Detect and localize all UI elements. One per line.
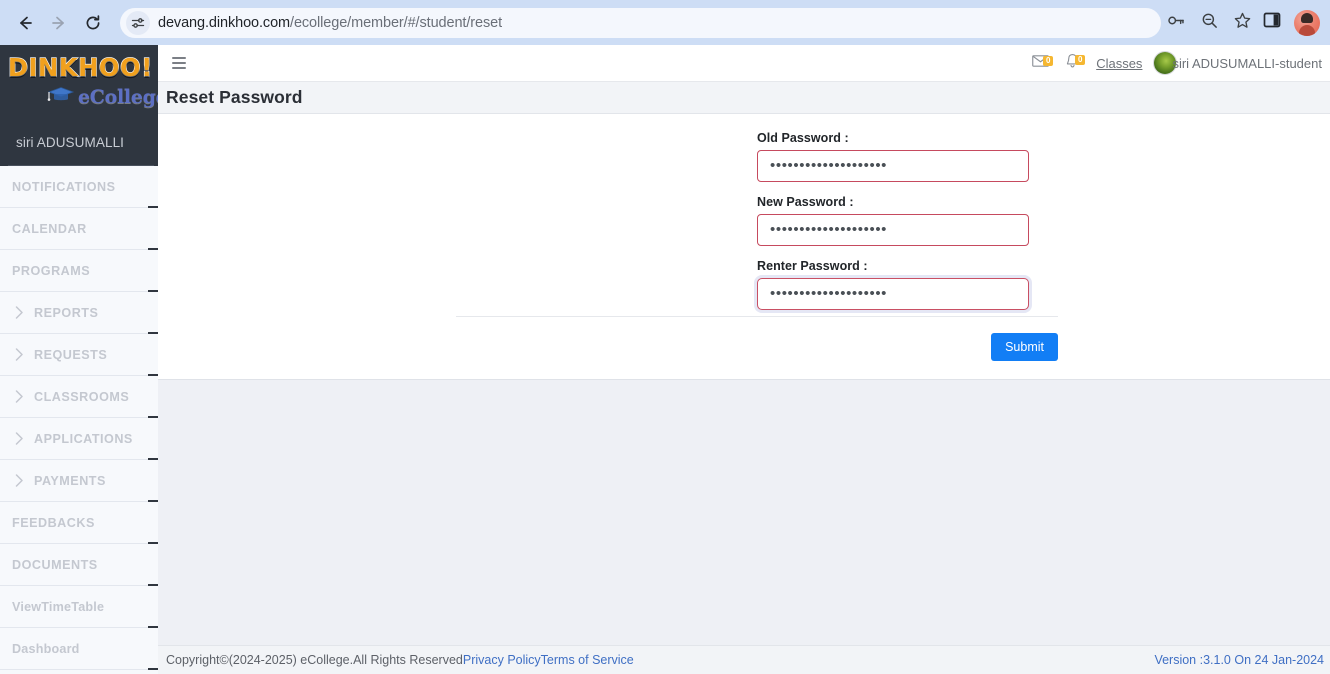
forward-button[interactable]	[44, 8, 74, 38]
site-settings-icon[interactable]	[126, 10, 150, 35]
sidebar-item-label: Dashboard	[12, 641, 80, 656]
footer: Copyright©(2024-2025) eCollege.All Right…	[158, 645, 1330, 674]
star-icon[interactable]	[1233, 11, 1252, 35]
sidebar-item-label: CALENDAR	[12, 221, 87, 236]
logo-dinkhoo-text: DINKHOO!	[7, 52, 153, 82]
password-masked-value: ••••••••••••••••••••	[770, 220, 888, 238]
address-bar[interactable]: devang.dinkhoo.com/ecollege/member/#/stu…	[120, 7, 1161, 38]
main-region: 0 0 Classes siri ADUSUMALLI-student Rese…	[158, 45, 1330, 674]
sidebar-item-reports[interactable]: REPORTS	[0, 292, 158, 334]
sidebar-item-label: REPORTS	[34, 305, 99, 320]
password-field-group: Old Password : ••••••••••••••••••••	[757, 131, 1029, 182]
messages-button[interactable]: 0	[1024, 54, 1056, 73]
password-field-group: Renter Password : ••••••••••••••••••••	[757, 259, 1029, 310]
sidebar: DINKHOO! eCollege siri ADUSUMALLI N	[0, 45, 158, 674]
sidebar-item-label: CLASSROOMS	[34, 389, 130, 404]
browser-toolbar: devang.dinkhoo.com/ecollege/member/#/stu…	[0, 0, 1330, 45]
notifications-badge: 0	[1075, 54, 1086, 65]
sidebar-item-notifications[interactable]: NOTIFICATIONS	[0, 166, 158, 208]
sidebar-item-applications[interactable]: APPLICATIONS	[0, 418, 158, 460]
terms-of-service-link[interactable]: Terms of Service	[541, 653, 634, 667]
sidebar-item-label: DOCUMENTS	[12, 557, 98, 572]
url-text: devang.dinkhoo.com/ecollege/member/#/stu…	[158, 15, 502, 31]
field-label: New Password :	[757, 195, 854, 209]
sidebar-item-label: PAYMENTS	[34, 473, 106, 488]
sidebar-item-feedbacks[interactable]: FEEDBACKS	[0, 502, 158, 544]
sidebar-item-label: ViewTimeTable	[12, 599, 105, 614]
forward-arrow-icon	[50, 14, 68, 32]
page-header: Reset Password	[158, 82, 1330, 114]
top-navbar: 0 0 Classes siri ADUSUMALLI-student	[158, 45, 1330, 82]
chevron-right-icon	[15, 432, 29, 445]
sidebar-item-requests[interactable]: REQUESTS	[0, 334, 158, 376]
url-domain: devang.dinkhoo.com	[158, 14, 291, 31]
hamburger-icon[interactable]	[172, 57, 186, 69]
classes-link[interactable]: Classes	[1088, 56, 1154, 71]
chevron-right-icon	[15, 348, 29, 361]
search-zoom-icon[interactable]	[1200, 11, 1219, 35]
side-panel-icon[interactable]	[1262, 10, 1282, 35]
sidebar-menu: NOTIFICATIONS CALENDAR PROGRAMS REPORTS REQU…	[0, 166, 158, 670]
sidebar-header: DINKHOO! eCollege siri ADUSUMALLI	[0, 45, 158, 166]
sidebar-item-dashboard[interactable]: Dashboard	[0, 628, 158, 670]
reset-password-form: Old Password : •••••••••••••••••••• New Pa…	[158, 114, 1330, 310]
reload-icon	[84, 14, 102, 32]
sidebar-item-payments[interactable]: PAYMENTS	[0, 460, 158, 502]
application-root: DINKHOO! eCollege siri ADUSUMALLI N	[0, 45, 1330, 674]
submit-button[interactable]: Submit	[991, 333, 1058, 361]
logo-ecollege-text: eCollege	[78, 86, 158, 108]
sidebar-user-name: siri ADUSUMALLI	[16, 135, 125, 150]
sidebar-item-label: FEEDBACKS	[12, 515, 95, 530]
password-masked-value: ••••••••••••••••••••	[770, 156, 888, 174]
messages-badge: 0	[1043, 55, 1054, 66]
back-button[interactable]	[10, 8, 40, 38]
reload-button[interactable]	[78, 8, 108, 38]
old-password-input[interactable]: ••••••••••••••••••••	[757, 150, 1029, 182]
back-arrow-icon	[16, 14, 34, 32]
url-path: /ecollege/member/#/student/reset	[290, 14, 503, 31]
sidebar-item-label: NOTIFICATIONS	[12, 179, 116, 194]
sidebar-item-label: APPLICATIONS	[34, 431, 133, 446]
chevron-right-icon	[15, 474, 29, 487]
chevron-right-icon	[15, 390, 29, 403]
footer-copyright: Copyright©(2024-2025) eCollege.All Right…	[166, 653, 463, 667]
brand-logo[interactable]: DINKHOO! eCollege	[6, 51, 158, 129]
sidebar-item-programs[interactable]: PROGRAMS	[0, 250, 158, 292]
privacy-policy-link[interactable]: Privacy Policy	[463, 653, 541, 667]
sidebar-item-calendar[interactable]: CALENDAR	[0, 208, 158, 250]
page-title: Reset Password	[166, 87, 303, 107]
sidebar-item-classrooms[interactable]: CLASSROOMS	[0, 376, 158, 418]
profile-avatar-icon[interactable]	[1294, 9, 1320, 36]
graduation-cap-icon	[46, 85, 76, 109]
notifications-button[interactable]: 0	[1056, 53, 1088, 74]
sidebar-item-label: REQUESTS	[34, 347, 108, 362]
field-label: Renter Password :	[757, 259, 868, 273]
user-name-label: siri ADUSUMALLI-student	[1172, 55, 1322, 71]
field-label: Old Password :	[757, 131, 849, 145]
key-icon[interactable]	[1167, 11, 1186, 35]
user-menu[interactable]: siri ADUSUMALLI-student	[1154, 52, 1326, 74]
sidebar-item-label: PROGRAMS	[12, 263, 91, 278]
new-password-input[interactable]: ••••••••••••••••••••	[757, 214, 1029, 246]
reset-password-card: Old Password : •••••••••••••••••••• New Pa…	[158, 114, 1330, 380]
sidebar-item-viewtimetable[interactable]: ViewTimeTable	[0, 586, 158, 628]
version-label: Version :3.1.0 On 24 Jan-2024	[1154, 653, 1324, 667]
password-field-group: New Password : ••••••••••••••••••••	[757, 195, 1029, 246]
password-masked-value: ••••••••••••••••••••	[770, 284, 888, 302]
renter-password-input[interactable]: ••••••••••••••••••••	[757, 278, 1029, 310]
sidebar-item-documents[interactable]: DOCUMENTS	[0, 544, 158, 586]
form-actions: Submit	[456, 316, 1058, 361]
chevron-right-icon	[15, 306, 29, 319]
